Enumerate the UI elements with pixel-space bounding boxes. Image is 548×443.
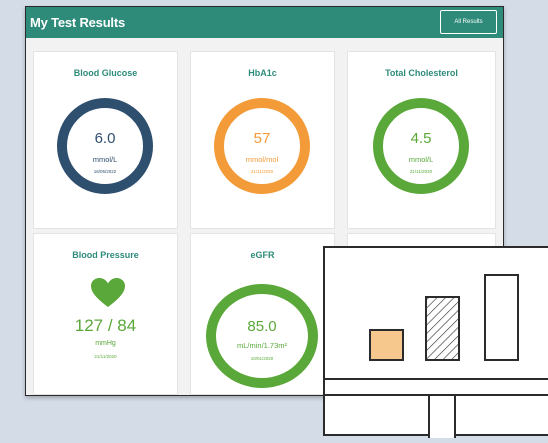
header: My Test Results All Results bbox=[26, 7, 503, 38]
bar-hatched bbox=[425, 296, 460, 361]
card-hba1c[interactable]: HbA1c 57 mmol/mol 21/11/2020 bbox=[190, 51, 335, 229]
result-value: 4.5 bbox=[410, 130, 432, 147]
result-ring: 6.0 mmol/L 16/05/2022 bbox=[57, 98, 153, 194]
page-title: My Test Results bbox=[30, 15, 126, 30]
result-date: 21/11/2020 bbox=[409, 169, 433, 174]
result-unit: mmol/mol bbox=[245, 155, 279, 164]
result-unit: mmol/L bbox=[408, 155, 434, 164]
card-title: Blood Glucose bbox=[73, 68, 138, 78]
result-ring: 85.0 mL/min/1.73m² 10/01/2020 bbox=[206, 284, 318, 388]
result-value: 127 / 84 bbox=[74, 316, 137, 335]
bar-illustration bbox=[322, 274, 548, 441]
result-unit: mmol/L bbox=[92, 155, 118, 164]
card-title: eGFR bbox=[250, 250, 275, 260]
illustration-overlay bbox=[322, 246, 548, 441]
card-title: Total Cholesterol bbox=[385, 68, 458, 78]
all-results-button[interactable]: All Results bbox=[440, 10, 497, 34]
result-date: 16/05/2022 bbox=[93, 169, 117, 174]
card-title: HbA1c bbox=[248, 68, 277, 78]
shelf bbox=[322, 378, 548, 396]
result-date: 21/11/2020 bbox=[250, 169, 274, 174]
result-unit: mL/min/1.73m² bbox=[236, 341, 287, 350]
result-date: 10/01/2020 bbox=[250, 356, 274, 361]
card-total-cholesterol[interactable]: Total Cholesterol 4.5 mmol/L 21/11/2020 bbox=[347, 51, 496, 229]
result-value: 6.0 bbox=[94, 130, 116, 147]
result-ring: 4.5 mmol/L 21/11/2020 bbox=[373, 98, 469, 194]
result-date: 21/11/2020 bbox=[94, 354, 117, 359]
heart-icon bbox=[91, 278, 125, 308]
result-value: 57 bbox=[253, 130, 271, 147]
card-blood-glucose[interactable]: Blood Glucose 6.0 mmol/L 16/05/2022 bbox=[33, 51, 178, 229]
result-value: 85.0 bbox=[247, 318, 277, 335]
bar-empty bbox=[484, 274, 519, 361]
card-egfr[interactable]: eGFR 85.0 mL/min/1.73m² 10/01/2020 bbox=[190, 233, 335, 395]
result-ring: 57 mmol/mol 21/11/2020 bbox=[214, 98, 310, 194]
card-title: Blood Pressure bbox=[72, 250, 139, 260]
card-blood-pressure[interactable]: Blood Pressure 127 / 84 mmHg 21/11/2020 bbox=[33, 233, 178, 395]
result-unit: mmHg bbox=[95, 340, 116, 347]
shelf-post bbox=[428, 394, 456, 441]
bar-orange bbox=[369, 329, 404, 361]
